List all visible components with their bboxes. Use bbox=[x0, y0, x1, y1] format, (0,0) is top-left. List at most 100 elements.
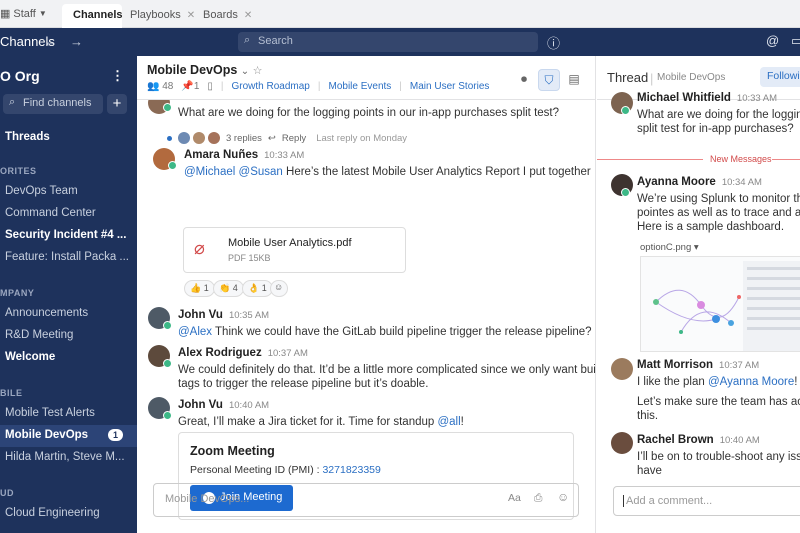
bookmark-main-user-stories[interactable]: Main User Stories bbox=[410, 81, 489, 92]
tab-channels[interactable]: Channels bbox=[62, 4, 123, 28]
sidebar-item-cloud-engineering[interactable]: Cloud Engineering bbox=[0, 503, 137, 525]
attachment-icon[interactable]: ⎙ bbox=[534, 492, 542, 505]
sidebar-item-feature-install[interactable]: Feature: Install Packa ... bbox=[0, 247, 137, 269]
close-icon[interactable]: ✕ bbox=[244, 10, 252, 21]
message-line: We could definitely do that. It’d be a l… bbox=[178, 364, 596, 376]
shield-icon[interactable]: ⛉ bbox=[538, 69, 560, 91]
sidebar-item-threads[interactable]: Threads bbox=[0, 127, 137, 149]
separator-line bbox=[772, 159, 800, 160]
section-header-mobile[interactable]: BILE bbox=[0, 388, 23, 398]
saved-icon[interactable]: ▭ bbox=[791, 33, 800, 49]
zoom-pmi-link[interactable]: 3271823359 bbox=[322, 464, 380, 476]
message-time[interactable]: 10:33 AM bbox=[737, 93, 777, 104]
formatting-icon[interactable]: Aa bbox=[508, 492, 521, 504]
back-arrow-icon[interactable]: ← bbox=[44, 34, 57, 49]
avatar[interactable] bbox=[611, 432, 633, 454]
mention[interactable]: @all bbox=[437, 416, 460, 428]
mention[interactable]: @Alex bbox=[178, 326, 212, 338]
message-line: We’re using Splunk to monitor the lo bbox=[637, 193, 800, 205]
message-time[interactable]: 10:37 AM bbox=[268, 348, 308, 359]
bookmark-growth-roadmap[interactable]: Growth Roadmap bbox=[232, 81, 310, 92]
call-icon[interactable]: ⏺ bbox=[513, 69, 535, 91]
sidebar-item-mobile-devops[interactable]: Mobile DevOps 1 bbox=[0, 425, 137, 447]
reply-link[interactable]: Reply bbox=[282, 133, 306, 144]
grid-icon: ▦ bbox=[0, 8, 11, 20]
sidebar-item-mobile-test-alerts[interactable]: Mobile Test Alerts bbox=[0, 403, 137, 425]
message-author[interactable]: Ayanna Moore 10:34 AM bbox=[637, 176, 762, 188]
thread-reply-input[interactable]: Add a comment... bbox=[613, 486, 800, 516]
find-channels-button[interactable]: ⌕ Find channels bbox=[3, 94, 103, 114]
section-header-favorites[interactable]: ORITES bbox=[0, 166, 37, 176]
add-channel-button[interactable]: + bbox=[107, 94, 127, 114]
last-reply: Last reply on Monday bbox=[316, 132, 408, 144]
files-icon[interactable]: ▯ bbox=[207, 81, 213, 92]
sidebar-item-command-center[interactable]: Command Center bbox=[0, 203, 137, 225]
message-author[interactable]: John Vu 10:35 AM bbox=[178, 309, 269, 321]
message-author[interactable]: Michael Whitfield 10:33 AM bbox=[637, 92, 777, 104]
sidebar-item-rd-meeting[interactable]: R&D Meeting bbox=[0, 325, 137, 347]
mention[interactable]: @Ayanna Moore bbox=[708, 376, 794, 388]
channel-meta: 👥 48 📌1 ▯ | Growth Roadmap | Mobile Even… bbox=[147, 81, 489, 92]
dashboard-image-thumbnail[interactable] bbox=[640, 256, 800, 352]
online-status-icon bbox=[621, 188, 630, 197]
reaction-thumbs-up[interactable]: 👍 1 bbox=[184, 280, 215, 297]
image-attachment-name[interactable]: optionC.png ▾ bbox=[640, 242, 699, 253]
author-name: Alex Rodriguez bbox=[178, 347, 262, 359]
reaction-clap[interactable]: 👏 4 bbox=[213, 280, 244, 297]
sidebar-item-group-dm[interactable]: Hilda Martin, Steve M... bbox=[0, 447, 137, 469]
team-name[interactable]: O Org bbox=[0, 68, 40, 84]
close-icon[interactable]: ✕ bbox=[187, 10, 195, 21]
thread-summary[interactable]: 3 replies ↩ Reply Last reply on Monday bbox=[167, 132, 407, 144]
team-switcher[interactable]: ▦ Staff ▼ bbox=[0, 7, 47, 21]
message-time[interactable]: 10:40 AM bbox=[720, 435, 760, 446]
at-mention-icon[interactable]: @ bbox=[766, 33, 779, 48]
author-name: Rachel Brown bbox=[637, 434, 714, 446]
add-reaction-icon[interactable]: ☺ bbox=[270, 280, 288, 297]
file-attachment[interactable]: ⌀ Mobile User Analytics.pdf PDF 15KB bbox=[183, 227, 406, 273]
sidebar-item-security-incident[interactable]: Security Incident #4 ... bbox=[0, 225, 137, 247]
message-composer[interactable]: Mobile DevOps... Aa ⎙ ☺ bbox=[153, 483, 579, 517]
message-time[interactable]: 10:35 AM bbox=[229, 310, 269, 321]
channel-name[interactable]: Mobile DevOps ⌄ ☆ bbox=[147, 63, 263, 77]
message-author[interactable]: Amara Nuñes 10:33 AM bbox=[184, 149, 304, 161]
chevron-down-icon: ▾ bbox=[693, 242, 699, 253]
forward-arrow-icon[interactable]: → bbox=[70, 34, 83, 49]
tab-boards[interactable]: Boards ✕ bbox=[203, 4, 253, 28]
section-header-cloud[interactable]: UD bbox=[0, 488, 14, 498]
thread-channel[interactable]: Mobile DevOps bbox=[657, 72, 725, 83]
replies-count[interactable]: 3 replies bbox=[226, 133, 262, 144]
following-button[interactable]: Following bbox=[760, 67, 800, 87]
message-author[interactable]: Matt Morrison 10:37 AM bbox=[637, 359, 759, 371]
channel-info-icon[interactable]: ▤ bbox=[563, 69, 585, 91]
global-header: Channels ← → ⌕ Search ⓘ @ ▭ bbox=[0, 28, 800, 56]
message-text: @Michael @Susan Here’s the latest Mobile… bbox=[184, 165, 591, 179]
mention[interactable]: @Susan bbox=[239, 166, 283, 178]
section-header-company[interactable]: MPANY bbox=[0, 288, 34, 298]
sidebar-item-devops-team[interactable]: DevOps Team bbox=[0, 181, 137, 203]
emoji-icon[interactable]: ☺ bbox=[557, 490, 569, 504]
message-author[interactable]: John Vu 10:40 AM bbox=[178, 399, 269, 411]
sidebar-item-label: DevOps Team bbox=[5, 185, 78, 197]
more-options-icon[interactable]: ⋮ bbox=[111, 68, 124, 84]
message-text: We could definitely do that. It’d be a l… bbox=[178, 363, 596, 391]
message-time[interactable]: 10:40 AM bbox=[229, 400, 269, 411]
pinned-count[interactable]: 📌1 bbox=[181, 81, 199, 92]
sidebar-item-announcements[interactable]: Announcements bbox=[0, 303, 137, 325]
sidebar-item-welcome[interactable]: Welcome bbox=[0, 347, 137, 369]
message-author[interactable]: Rachel Brown 10:40 AM bbox=[637, 434, 760, 446]
star-icon[interactable]: ☆ bbox=[253, 65, 263, 77]
reaction-ok-hand[interactable]: 👌 1 bbox=[242, 280, 273, 297]
message-time[interactable]: 10:34 AM bbox=[722, 177, 762, 188]
message-time[interactable]: 10:33 AM bbox=[264, 150, 304, 161]
bookmark-mobile-events[interactable]: Mobile Events bbox=[328, 81, 391, 92]
tab-playbooks[interactable]: Playbooks ✕ bbox=[130, 4, 195, 28]
avatar[interactable] bbox=[611, 358, 633, 380]
message-author[interactable]: Alex Rodriguez 10:37 AM bbox=[178, 347, 308, 359]
avatar bbox=[178, 132, 190, 144]
mention[interactable]: @Michael bbox=[184, 166, 235, 178]
help-icon[interactable]: ⓘ bbox=[547, 33, 560, 52]
channel-header: Mobile DevOps ⌄ ☆ 👥 48 📌1 ▯ | Growth Roa… bbox=[137, 56, 596, 100]
search-input[interactable]: ⌕ Search bbox=[238, 32, 538, 52]
message-time[interactable]: 10:37 AM bbox=[719, 360, 759, 371]
members-count[interactable]: 👥 48 bbox=[147, 81, 173, 92]
